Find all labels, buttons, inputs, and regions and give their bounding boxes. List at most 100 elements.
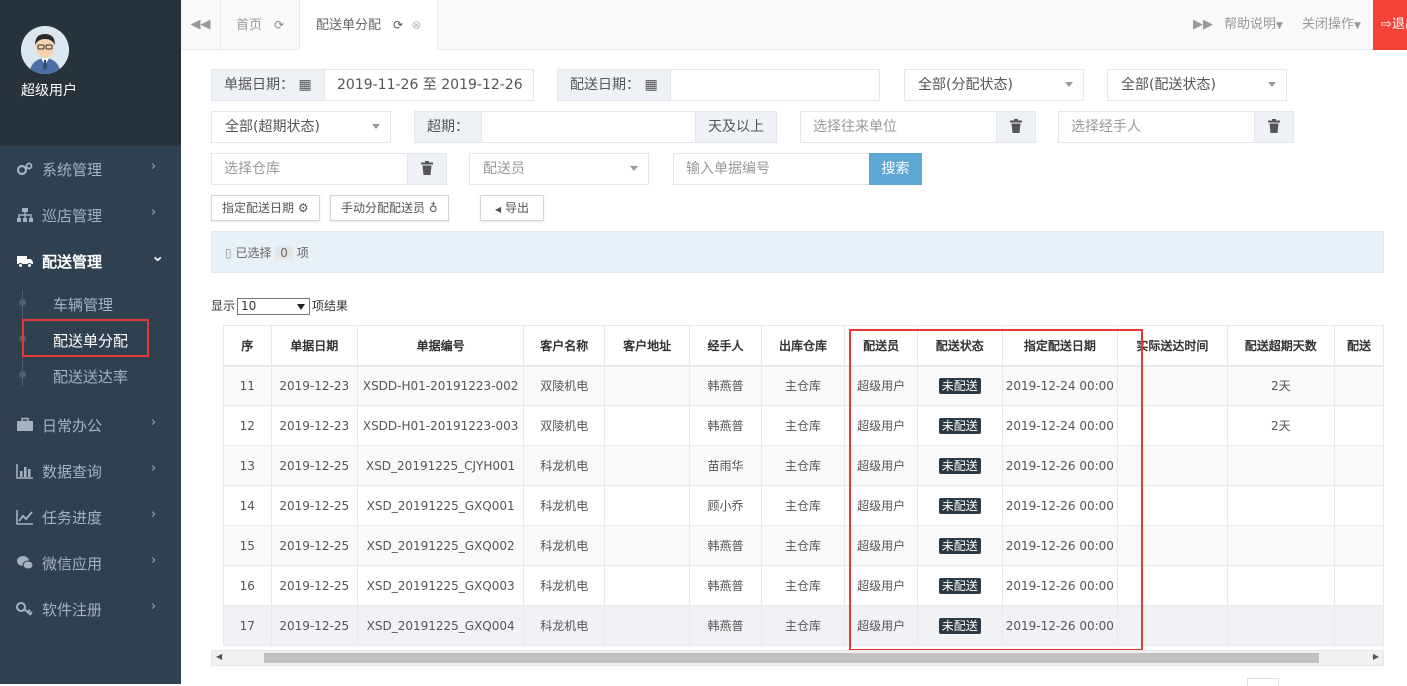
table-cell: XSD_20191225_GXQ004 xyxy=(356,605,525,646)
doc-date-value[interactable]: 2019-11-26 至 2019-12-26 xyxy=(337,70,523,100)
menu-item-query[interactable]: 数据查询 › xyxy=(0,448,181,494)
menu-item-system[interactable]: 系统管理 › xyxy=(0,146,181,192)
table-cell: 双陵机电 xyxy=(523,365,605,406)
warehouse-picker[interactable]: 选择仓库 xyxy=(211,153,447,185)
docno-placeholder: 输入单据编号 xyxy=(686,161,770,177)
overdue-status-select[interactable]: 全部(超期状态) xyxy=(211,111,391,143)
tab-scroll-right-icon[interactable]: ▶▶ xyxy=(1193,0,1213,50)
column-header[interactable]: 单据编号 xyxy=(356,325,525,367)
table-cell: 主仓库 xyxy=(760,445,846,486)
column-header[interactable]: 出库仓库 xyxy=(760,325,846,367)
menu-item-register[interactable]: 软件注册 › xyxy=(0,586,181,632)
set-date-label: 指定配送日期 xyxy=(222,201,295,215)
doc-date-range[interactable]: 单据日期： ▦ 2019-11-26 至 2019-12-26 xyxy=(211,69,534,101)
table-row[interactable]: 13 2019-12-25 XSD_20191225_CJYH001 科龙机电 苗雨华主… xyxy=(223,445,1384,486)
menu-item-office[interactable]: 日常办公 › xyxy=(0,402,181,448)
gear-icon: ⚙ xyxy=(297,201,309,215)
table-cell: 13 xyxy=(223,445,272,486)
horizontal-scrollbar[interactable]: ◀ ▶ xyxy=(211,650,1384,666)
table-cell: XSD_20191225_CJYH001 xyxy=(356,445,525,486)
key-icon xyxy=(16,601,34,617)
menu-item-patrol[interactable]: 巡店管理 › xyxy=(0,192,181,238)
column-header[interactable]: 客户名称 xyxy=(523,325,605,367)
delivery-date-range[interactable]: 配送日期： ▦ xyxy=(557,69,880,101)
handler-placeholder: 选择经手人 xyxy=(1071,119,1141,135)
close-icon[interactable]: ⊗ xyxy=(411,18,421,32)
column-header[interactable]: 序 xyxy=(223,325,272,367)
handler-picker[interactable]: 选择经手人 xyxy=(1058,111,1294,143)
delivery-status-select[interactable]: 全部(配送状态) xyxy=(1107,69,1287,101)
menu-item-delivery[interactable]: 配送管理 ⌄ xyxy=(0,238,181,284)
table-cell: XSDD-H01-20191223-003 xyxy=(356,405,525,446)
tab-label: 首页 xyxy=(236,18,263,33)
username[interactable]: 超级用户 xyxy=(21,80,77,100)
tab-scroll-left-icon[interactable]: ◀◀ xyxy=(181,0,221,50)
chevron-right-icon: › xyxy=(151,461,157,476)
table-row[interactable]: 17 2019-12-25 XSD_20191225_GXQ004 科龙机电 韩燕普 主仓… xyxy=(223,605,1384,646)
table-cell: 2天 xyxy=(1226,365,1335,406)
selection-prefix: 已选择 xyxy=(235,246,272,260)
table-cell: XSD_20191225_GXQ002 xyxy=(356,525,525,566)
courier-select[interactable]: 配送员 xyxy=(469,153,649,185)
alloc-status-select[interactable]: 全部(分配状态) xyxy=(904,69,1084,101)
table-cell xyxy=(1333,365,1384,406)
table-row[interactable]: 11 2019-12-23 XSDD-H01-20191223-002 双陵机电 韩燕普… xyxy=(223,365,1384,406)
tab-home[interactable]: 首页 ⟳ xyxy=(236,0,284,50)
refresh-icon[interactable]: ⟳ xyxy=(274,18,284,32)
refresh-icon[interactable]: ⟳ xyxy=(393,18,403,32)
table-cell: 2019-12-23 xyxy=(270,365,358,406)
table-row[interactable]: 15 2019-12-25 XSD_20191225_GXQ002 科龙机电 韩燕普 主仓… xyxy=(223,525,1384,566)
table-cell: 主仓库 xyxy=(760,605,846,646)
export-label: 导出 xyxy=(504,201,529,215)
column-header[interactable]: 配送超期天数 xyxy=(1226,325,1335,367)
trash-icon[interactable] xyxy=(407,153,447,185)
table-cell xyxy=(1333,405,1384,446)
column-header[interactable]: 经手人 xyxy=(689,325,762,367)
table-cell xyxy=(603,365,691,406)
logout-button[interactable]: ⇨退出 xyxy=(1373,0,1407,50)
tab-label: 配送单分配 xyxy=(316,18,382,33)
export-button[interactable]: ◀ 导出 xyxy=(480,195,544,221)
menu-item-progress[interactable]: 任务进度 › xyxy=(0,494,181,540)
table-row[interactable]: 12 2019-12-23 XSDD-H01-20191223-003 双陵机电 韩燕普… xyxy=(223,405,1384,446)
set-delivery-date-button[interactable]: 指定配送日期 ⚙ xyxy=(211,195,320,221)
submenu-label: 车辆管理 xyxy=(53,296,114,314)
search-button[interactable]: 搜索 xyxy=(869,153,922,185)
chevron-right-icon: › xyxy=(151,415,157,430)
scrollbar-thumb[interactable] xyxy=(264,653,1319,663)
page-length-select[interactable]: 10 xyxy=(237,298,311,315)
column-header[interactable]: 客户地址 xyxy=(603,325,691,367)
table-row[interactable]: 14 2019-12-25 XSD_20191225_GXQ001 科龙机电 顾小乔 主仓… xyxy=(223,485,1384,526)
column-header[interactable]: 配送 xyxy=(1333,325,1384,367)
table-cell xyxy=(1226,525,1335,566)
calendar-icon: ▦ xyxy=(298,77,312,93)
delivery-status-value: 全部(配送状态) xyxy=(1121,77,1216,93)
avatar[interactable] xyxy=(21,26,69,74)
table-cell: 2天 xyxy=(1226,405,1335,446)
table-cell xyxy=(1333,565,1384,606)
column-header[interactable]: 单据日期 xyxy=(270,325,358,367)
calendar-icon: ▦ xyxy=(644,77,658,93)
help-dropdown[interactable]: 帮助说明▼ xyxy=(1224,0,1283,50)
table-cell xyxy=(603,565,691,606)
menu-item-wechat[interactable]: 微信应用 › xyxy=(0,540,181,586)
scroll-left-icon[interactable]: ◀ xyxy=(216,652,222,661)
submenu-item-vehicles[interactable]: 车辆管理 xyxy=(0,286,181,322)
tab-allocation[interactable]: 配送单分配 ⟳ ⊗ xyxy=(299,0,439,50)
close-ops-dropdown[interactable]: 关闭操作▼ xyxy=(1302,0,1361,50)
submenu-item-delivery-rate[interactable]: 配送送达率 xyxy=(0,358,181,394)
chevron-right-icon: › xyxy=(151,159,157,174)
menu-label: 任务进度 xyxy=(42,509,103,527)
partner-picker[interactable]: 选择往来单位 xyxy=(800,111,1036,143)
trash-icon[interactable] xyxy=(996,111,1036,143)
table-row[interactable]: 16 2019-12-25 XSD_20191225_GXQ003 科龙机电 韩燕普 主仓… xyxy=(223,565,1384,606)
table-cell: 双陵机电 xyxy=(523,405,605,446)
scroll-right-icon[interactable]: ▶ xyxy=(1373,652,1379,661)
docno-input[interactable]: 输入单据编号 xyxy=(673,153,870,185)
table-cell xyxy=(1333,605,1384,646)
trash-icon[interactable] xyxy=(1254,111,1294,143)
table-cell: 主仓库 xyxy=(760,365,846,406)
assign-courier-button[interactable]: 手动分配配送员 ♁ xyxy=(330,195,449,221)
table-cell xyxy=(1333,525,1384,566)
overdue-suffix: 天及以上 xyxy=(695,111,777,143)
